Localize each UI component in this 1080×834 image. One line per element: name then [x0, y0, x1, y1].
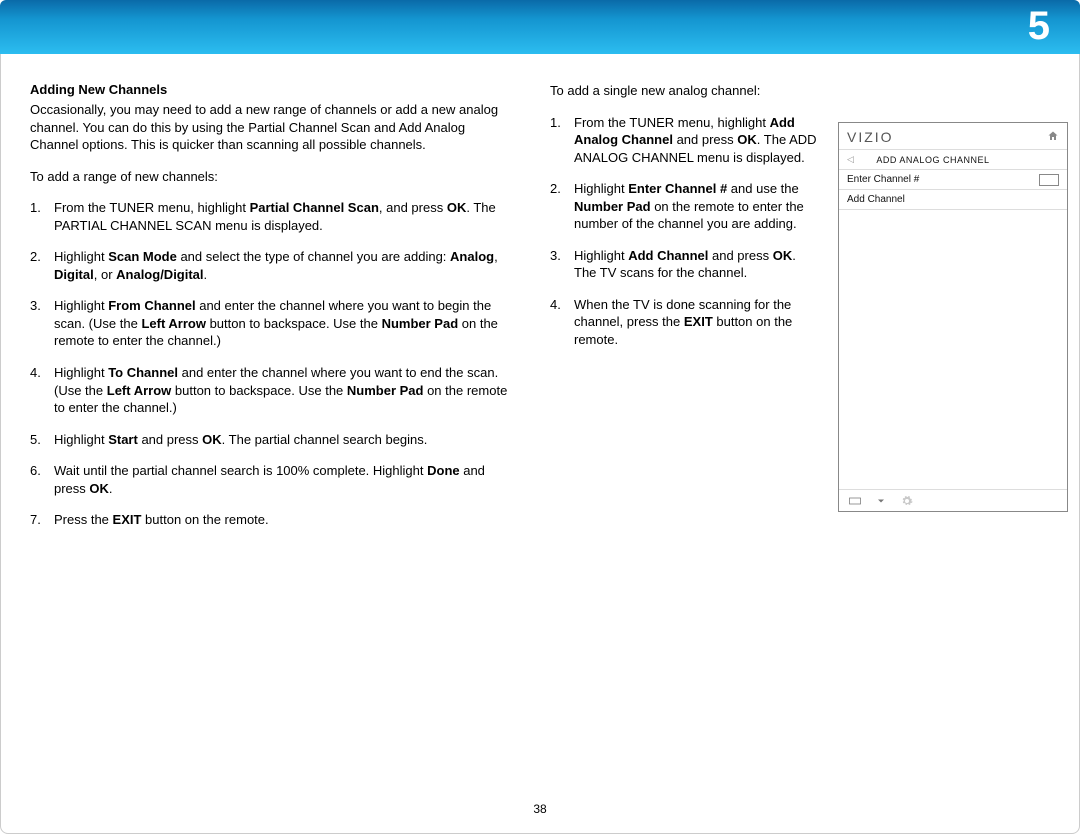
step-item: 6.Wait until the partial channel search …	[30, 462, 510, 497]
bold-term: Left Arrow	[141, 316, 206, 331]
step-number: 2.	[30, 248, 41, 266]
gear-icon	[901, 495, 913, 507]
step-number: 2.	[550, 180, 561, 198]
step-item: 3.Highlight From Channel and enter the c…	[30, 297, 510, 350]
bold-term: Enter Channel #	[628, 181, 727, 196]
osd-row1-label: Enter Channel #	[847, 174, 919, 185]
osd-footer	[839, 489, 1067, 511]
bold-term: OK	[737, 132, 757, 147]
lead-sentence-right: To add a single new analog channel:	[550, 82, 820, 100]
bold-term: Number Pad	[347, 383, 424, 398]
step-item: 2.Highlight Enter Channel # and use the …	[550, 180, 820, 233]
bold-term: OK	[89, 481, 109, 496]
chapter-number: 5	[1028, 4, 1050, 49]
osd-header: VIZIO	[839, 123, 1067, 149]
left-column: Adding New Channels Occasionally, you ma…	[30, 82, 510, 543]
bold-term: Done	[427, 463, 460, 478]
bold-term: Add Analog Channel	[574, 115, 795, 148]
wide-icon	[849, 495, 861, 507]
bold-term: Digital	[54, 267, 94, 282]
channel-number-field	[1039, 174, 1059, 186]
chevron-down-icon	[875, 495, 887, 507]
osd-row-add-channel: Add Channel	[839, 189, 1067, 209]
step-item: 4.Highlight To Channel and enter the cha…	[30, 364, 510, 417]
bold-term: Left Arrow	[107, 383, 172, 398]
step-item: 7.Press the EXIT button on the remote.	[30, 511, 510, 529]
osd-body	[839, 209, 1067, 489]
osd-menu: VIZIO ◁ ADD ANALOG CHANNEL Enter Channel…	[838, 122, 1068, 512]
step-item: 2.Highlight Scan Mode and select the typ…	[30, 248, 510, 283]
step-number: 4.	[550, 296, 561, 314]
bold-term: To Channel	[108, 365, 178, 380]
step-number: 6.	[30, 462, 41, 480]
bold-term: Partial Channel Scan	[250, 200, 379, 215]
bold-term: Add Channel	[628, 248, 708, 263]
step-item: 5.Highlight Start and press OK. The part…	[30, 431, 510, 449]
osd-title-row: ◁ ADD ANALOG CHANNEL	[839, 149, 1067, 169]
step-number: 1.	[30, 199, 41, 217]
step-number: 3.	[30, 297, 41, 315]
steps-left: 1.From the TUNER menu, highlight Partial…	[30, 199, 510, 529]
step-item: 1.From the TUNER menu, highlight Partial…	[30, 199, 510, 234]
bold-term: EXIT	[113, 512, 142, 527]
bold-term: EXIT	[684, 314, 713, 329]
bold-term: OK	[447, 200, 467, 215]
step-number: 4.	[30, 364, 41, 382]
section-heading: Adding New Channels	[30, 82, 510, 97]
bold-term: Start	[108, 432, 138, 447]
back-triangle-icon: ◁	[847, 154, 854, 165]
bold-term: OK	[773, 248, 793, 263]
osd-row2-label: Add Channel	[847, 194, 905, 205]
osd-brand: VIZIO	[847, 129, 894, 145]
step-number: 1.	[550, 114, 561, 132]
lead-sentence-left: To add a range of new channels:	[30, 168, 510, 186]
osd-title: ADD ANALOG CHANNEL	[876, 155, 989, 165]
home-icon	[1047, 130, 1059, 145]
chapter-banner: 5	[0, 0, 1080, 54]
bold-term: Analog/Digital	[116, 267, 203, 282]
page-number: 38	[0, 802, 1080, 816]
bold-term: OK	[202, 432, 222, 447]
bold-term: Scan Mode	[108, 249, 177, 264]
step-number: 3.	[550, 247, 561, 265]
step-number: 5.	[30, 431, 41, 449]
bold-term: From Channel	[108, 298, 195, 313]
step-item: 4.When the TV is done scanning for the c…	[550, 296, 820, 349]
bold-term: Number Pad	[382, 316, 459, 331]
bold-term: Number Pad	[574, 199, 651, 214]
step-item: 1.From the TUNER menu, highlight Add Ana…	[550, 114, 820, 167]
right-column: To add a single new analog channel: 1.Fr…	[550, 82, 820, 543]
intro-paragraph: Occasionally, you may need to add a new …	[30, 101, 510, 154]
osd-row-enter-channel: Enter Channel #	[839, 169, 1067, 189]
step-item: 3.Highlight Add Channel and press OK. Th…	[550, 247, 820, 282]
step-number: 7.	[30, 511, 41, 529]
bold-term: Analog	[450, 249, 494, 264]
steps-right: 1.From the TUNER menu, highlight Add Ana…	[550, 114, 820, 349]
